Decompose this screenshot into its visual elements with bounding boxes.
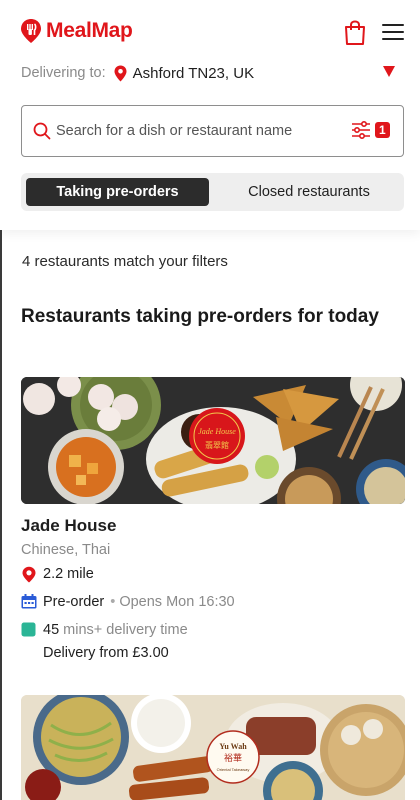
restaurant-name[interactable]: Jade House: [21, 516, 116, 536]
calendar-icon: [21, 594, 37, 609]
jade-house-logo-chinese: 翡翠館: [205, 440, 229, 450]
app-header: MealMap Delivering to: Ashford TN23, UK: [0, 0, 420, 230]
delivering-to-label: Delivering to:: [21, 65, 106, 81]
restaurant-distance-row: 2.2 mile: [21, 566, 94, 583]
dropdown-caret-icon[interactable]: [383, 66, 395, 77]
restaurant-delivery-time-row: 45 mins+ delivery time: [21, 622, 188, 638]
hamburger-menu-icon[interactable]: [382, 24, 404, 42]
jade-house-logo-text: Jade House: [198, 427, 236, 436]
results-count: 4 restaurants match your filters: [22, 253, 228, 270]
tab-closed-restaurants[interactable]: Closed restaurants: [219, 178, 399, 206]
section-title: Restaurants taking pre-orders for today: [21, 306, 379, 327]
delivery-location-selector[interactable]: Delivering to: Ashford TN23, UK: [21, 63, 401, 83]
search-bar[interactable]: 1: [21, 105, 404, 157]
location-pin-icon: [22, 566, 36, 583]
restaurant-tabs: Taking pre-orders Closed restaurants: [21, 173, 404, 211]
brand-name: MealMap: [46, 19, 133, 42]
search-input[interactable]: [56, 116, 346, 146]
food-photo: Jade House 翡翠館: [21, 377, 405, 504]
order-mode: Pre-order: [43, 594, 105, 610]
filter-sliders-icon: [352, 121, 370, 139]
opening-time: Opens Mon 16:30: [119, 594, 235, 610]
filter-button[interactable]: 1: [351, 121, 390, 139]
tab-taking-pre-orders[interactable]: Taking pre-orders: [26, 178, 209, 206]
delivery-minutes: 45: [43, 622, 60, 638]
yu-wah-logo-text: Yu Wah: [219, 742, 247, 751]
shopping-bag-icon[interactable]: [343, 20, 367, 46]
restaurant-order-status-row: Pre-order • Opens Mon 16:30: [21, 594, 235, 610]
map-pin-fork-icon: [21, 19, 41, 43]
left-edge-border: [0, 230, 2, 800]
delivery-location: Ashford TN23, UK: [132, 64, 255, 82]
delivery-time-icon: [21, 622, 36, 637]
delivery-time-suffix: mins+ delivery time: [63, 622, 188, 638]
yu-wah-logo-subtitle: Oriental Takeaway: [217, 767, 250, 772]
filter-count-badge: 1: [375, 122, 390, 138]
location-pin-icon: [114, 65, 127, 81]
search-icon: [33, 122, 51, 140]
separator-dot: •: [110, 594, 116, 610]
delivery-fee: Delivery from £3.00: [43, 645, 169, 661]
yu-wah-logo-chinese: 裕華: [224, 752, 242, 764]
food-photo: Yu Wah 裕華 Oriental Takeaway: [21, 695, 405, 800]
brand-logo[interactable]: MealMap: [20, 18, 133, 44]
restaurant-distance: 2.2 mile: [43, 566, 94, 582]
restaurant-image-jade-house[interactable]: Jade House 翡翠館: [21, 377, 405, 504]
restaurant-image-yu-wah[interactable]: Yu Wah 裕華 Oriental Takeaway: [21, 695, 405, 800]
restaurant-cuisine: Chinese, Thai: [21, 542, 111, 558]
